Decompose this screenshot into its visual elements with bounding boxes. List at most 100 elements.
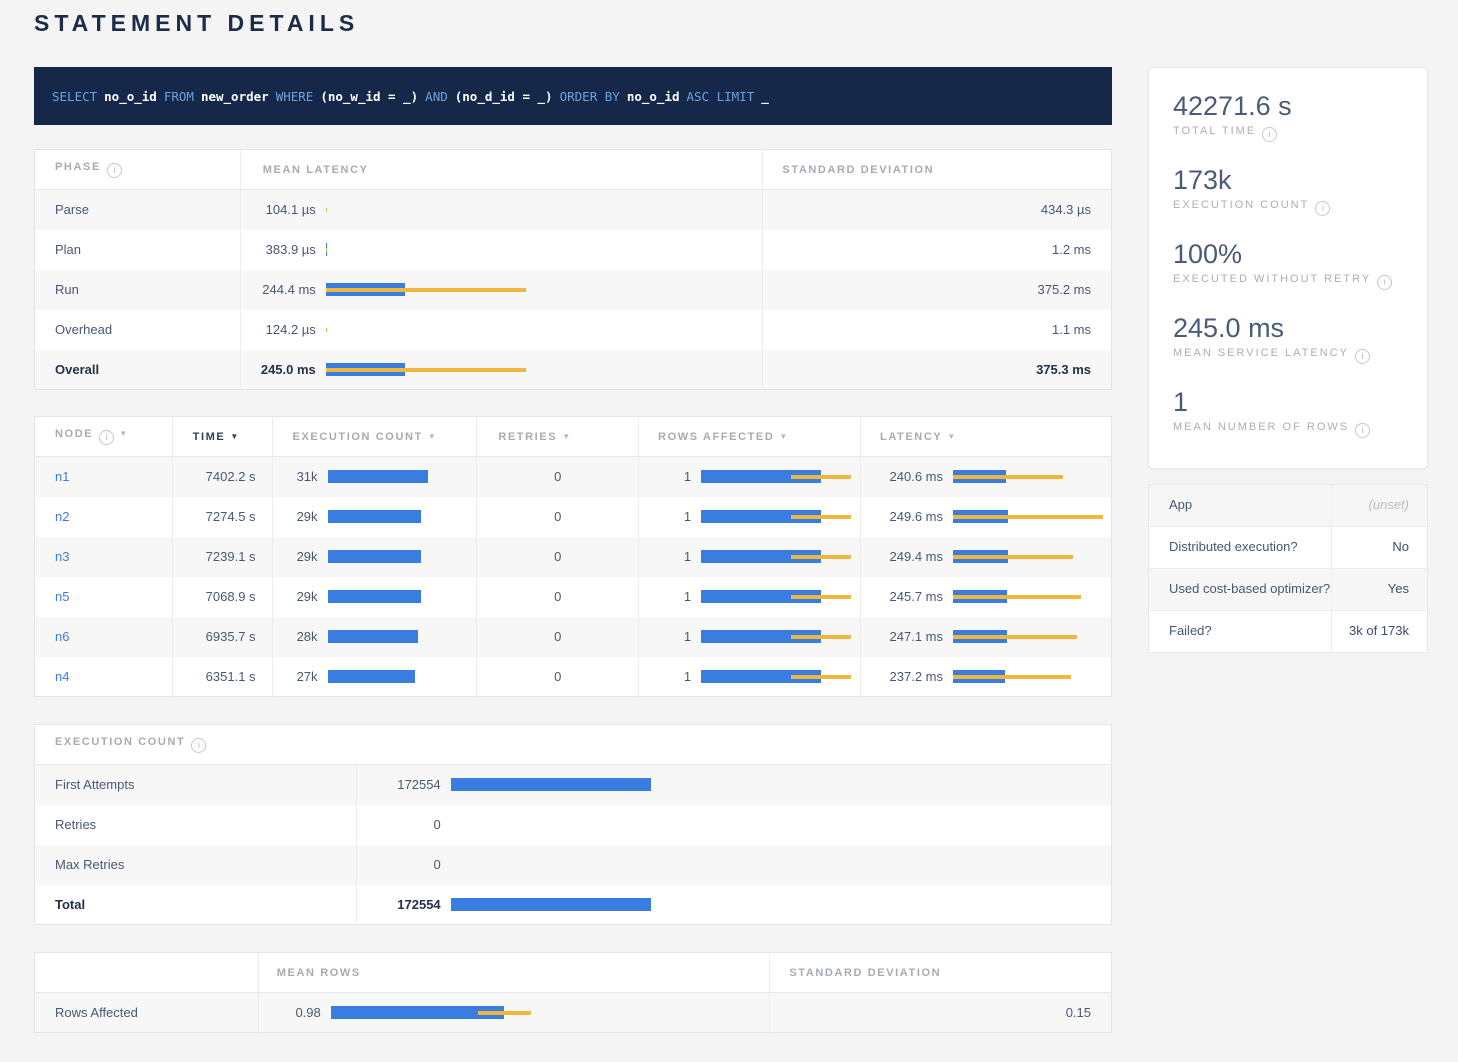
table-row: Rows Affected 0.98 0.15 — [35, 993, 1112, 1033]
stddev-value: 434.3 µs — [763, 190, 1112, 230]
latency-column-header[interactable]: LATENCY▼ — [861, 417, 1112, 457]
standard-deviation-column-header: STANDARD DEVIATION — [770, 953, 1112, 993]
node-row: n2 7274.5 s 29k 0 1 249.6 ms — [35, 497, 1112, 537]
rows-affected-bar — [701, 470, 851, 483]
sql-identifier: (no_d_id = _) — [455, 89, 553, 104]
retries-column-header[interactable]: RETRIES▼ — [477, 417, 639, 457]
sort-arrow-icon[interactable]: ▼ — [230, 432, 240, 441]
execution-count-value: 31k — [273, 469, 318, 484]
sql-statement-box: SELECT no_o_id FROM new_order WHERE (no_w_id … — [34, 67, 1112, 125]
info-icon[interactable]: i — [107, 163, 122, 178]
sql-identifier: _ — [761, 89, 769, 104]
standard-deviation-column-header: STANDARD DEVIATION — [763, 150, 1112, 190]
count-value: 172554 — [357, 777, 441, 792]
summary-stats-card: 42271.6 s TOTAL TIMEi 173k EXECUTION COU… — [1148, 67, 1428, 469]
latency-value: 237.2 ms — [861, 669, 943, 684]
latency-value: 245.7 ms — [861, 589, 943, 604]
rows-affected-value: 1 — [639, 469, 691, 484]
info-icon[interactable]: i — [191, 738, 206, 753]
sort-arrow-icon[interactable]: ▼ — [947, 432, 957, 441]
node-link[interactable]: n5 — [55, 589, 69, 604]
execution-count-column-header[interactable]: EXECUTION COUNT▼ — [272, 417, 477, 457]
latency-bar — [326, 323, 526, 336]
latency-bar — [953, 470, 1103, 483]
row-label: Max Retries — [35, 845, 357, 885]
latency-bar — [953, 590, 1103, 603]
attribute-value: Yes — [1332, 569, 1427, 611]
sql-keyword: FROM — [164, 89, 194, 104]
sort-arrow-icon[interactable]: ▼ — [119, 429, 129, 438]
rows-affected-bar — [701, 510, 851, 523]
rows-affected-value: 1 — [639, 669, 691, 684]
rows-affected-column-header[interactable]: ROWS AFFECTED▼ — [639, 417, 861, 457]
sql-identifier: (no_w_id = _) — [320, 89, 418, 104]
stat-label: MEAN NUMBER OF ROWSi — [1173, 421, 1403, 438]
sql-keyword: AND — [425, 89, 448, 104]
node-row: n5 7068.9 s 29k 0 1 245.7 ms — [35, 577, 1112, 617]
mean-latency-value: 124.2 µs — [241, 322, 316, 337]
execution-count-value: 28k — [273, 629, 318, 644]
rows-affected-value: 1 — [639, 549, 691, 564]
stat-mean-service-latency: 245.0 ms MEAN SERVICE LATENCYi — [1173, 313, 1403, 364]
stat-value: 245.0 ms — [1173, 313, 1403, 344]
mean-latency-column-header: MEAN LATENCY — [240, 150, 763, 190]
summary-sidebar: 42271.6 s TOTAL TIMEi 173k EXECUTION COU… — [1148, 67, 1428, 653]
node-link[interactable]: n4 — [55, 669, 69, 684]
stat-label: EXECUTED WITHOUT RETRYi — [1173, 273, 1403, 290]
table-row-total: Total 172554 — [35, 885, 1112, 925]
execution-count-value: 29k — [273, 549, 318, 564]
count-value: 0 — [357, 817, 441, 832]
execution-count-table: EXECUTION COUNTi First Attempts 172554 R… — [34, 724, 1112, 925]
phase-label: Overall — [35, 350, 241, 390]
table-row-overall: Overall 245.0 ms 375.3 ms — [35, 350, 1112, 390]
node-link[interactable]: n2 — [55, 509, 69, 524]
latency-value: 247.1 ms — [861, 629, 943, 644]
info-icon[interactable]: i — [1377, 275, 1392, 290]
execution-count-bar — [328, 590, 428, 603]
sort-arrow-icon[interactable]: ▼ — [562, 432, 572, 441]
info-icon[interactable]: i — [99, 430, 114, 445]
node-row: n3 7239.1 s 29k 0 1 249.4 ms — [35, 537, 1112, 577]
table-row: Plan 383.9 µs 1.2 ms — [35, 230, 1112, 270]
latency-value: 249.6 ms — [861, 509, 943, 524]
sort-arrow-icon[interactable]: ▼ — [779, 432, 789, 441]
sql-identifier: new_order — [201, 89, 269, 104]
row-label: Rows Affected — [35, 993, 259, 1033]
node-link[interactable]: n6 — [55, 629, 69, 644]
execution-count-value: 29k — [273, 509, 318, 524]
execution-count-bar — [328, 630, 428, 643]
attribute-label: Used cost-based optimizer? — [1149, 569, 1332, 611]
stat-executed-without-retry: 100% EXECUTED WITHOUT RETRYi — [1173, 239, 1403, 290]
sql-keyword: SELECT — [52, 89, 97, 104]
attribute-value: No — [1332, 527, 1427, 569]
sql-identifier: no_o_id — [627, 89, 680, 104]
sql-keyword: ASC LIMIT — [687, 89, 755, 104]
info-icon[interactable]: i — [1262, 127, 1277, 142]
node-link[interactable]: n1 — [55, 469, 69, 484]
latency-value: 240.6 ms — [861, 469, 943, 484]
retries-value: 0 — [477, 657, 639, 697]
sql-statement: SELECT no_o_id FROM new_order WHERE (no_w_id … — [52, 89, 776, 104]
stat-label: EXECUTION COUNTi — [1173, 199, 1403, 216]
latency-bar — [953, 510, 1103, 523]
info-icon[interactable]: i — [1355, 349, 1370, 364]
retries-value: 0 — [477, 577, 639, 617]
rows-affected-bar — [701, 670, 851, 683]
node-link[interactable]: n3 — [55, 549, 69, 564]
node-column-header[interactable]: NODEi▼ — [35, 417, 173, 457]
stat-label: TOTAL TIMEi — [1173, 125, 1403, 142]
info-icon[interactable]: i — [1355, 423, 1370, 438]
time-column-header[interactable]: TIME▼ — [172, 417, 272, 457]
phase-label: Parse — [35, 190, 241, 230]
sort-arrow-icon[interactable]: ▼ — [428, 432, 438, 441]
time-value: 6351.1 s — [172, 657, 272, 697]
latency-bar — [953, 670, 1103, 683]
table-row: Parse 104.1 µs 434.3 µs — [35, 190, 1112, 230]
table-row: Max Retries 0 — [35, 845, 1112, 885]
phase-latency-table: PHASEi MEAN LATENCY STANDARD DEVIATION P… — [34, 149, 1112, 390]
rows-affected-value: 1 — [639, 509, 691, 524]
time-value: 6935.7 s — [172, 617, 272, 657]
stat-value: 100% — [1173, 239, 1403, 270]
info-icon[interactable]: i — [1315, 201, 1330, 216]
sql-keyword: WHERE — [276, 89, 314, 104]
